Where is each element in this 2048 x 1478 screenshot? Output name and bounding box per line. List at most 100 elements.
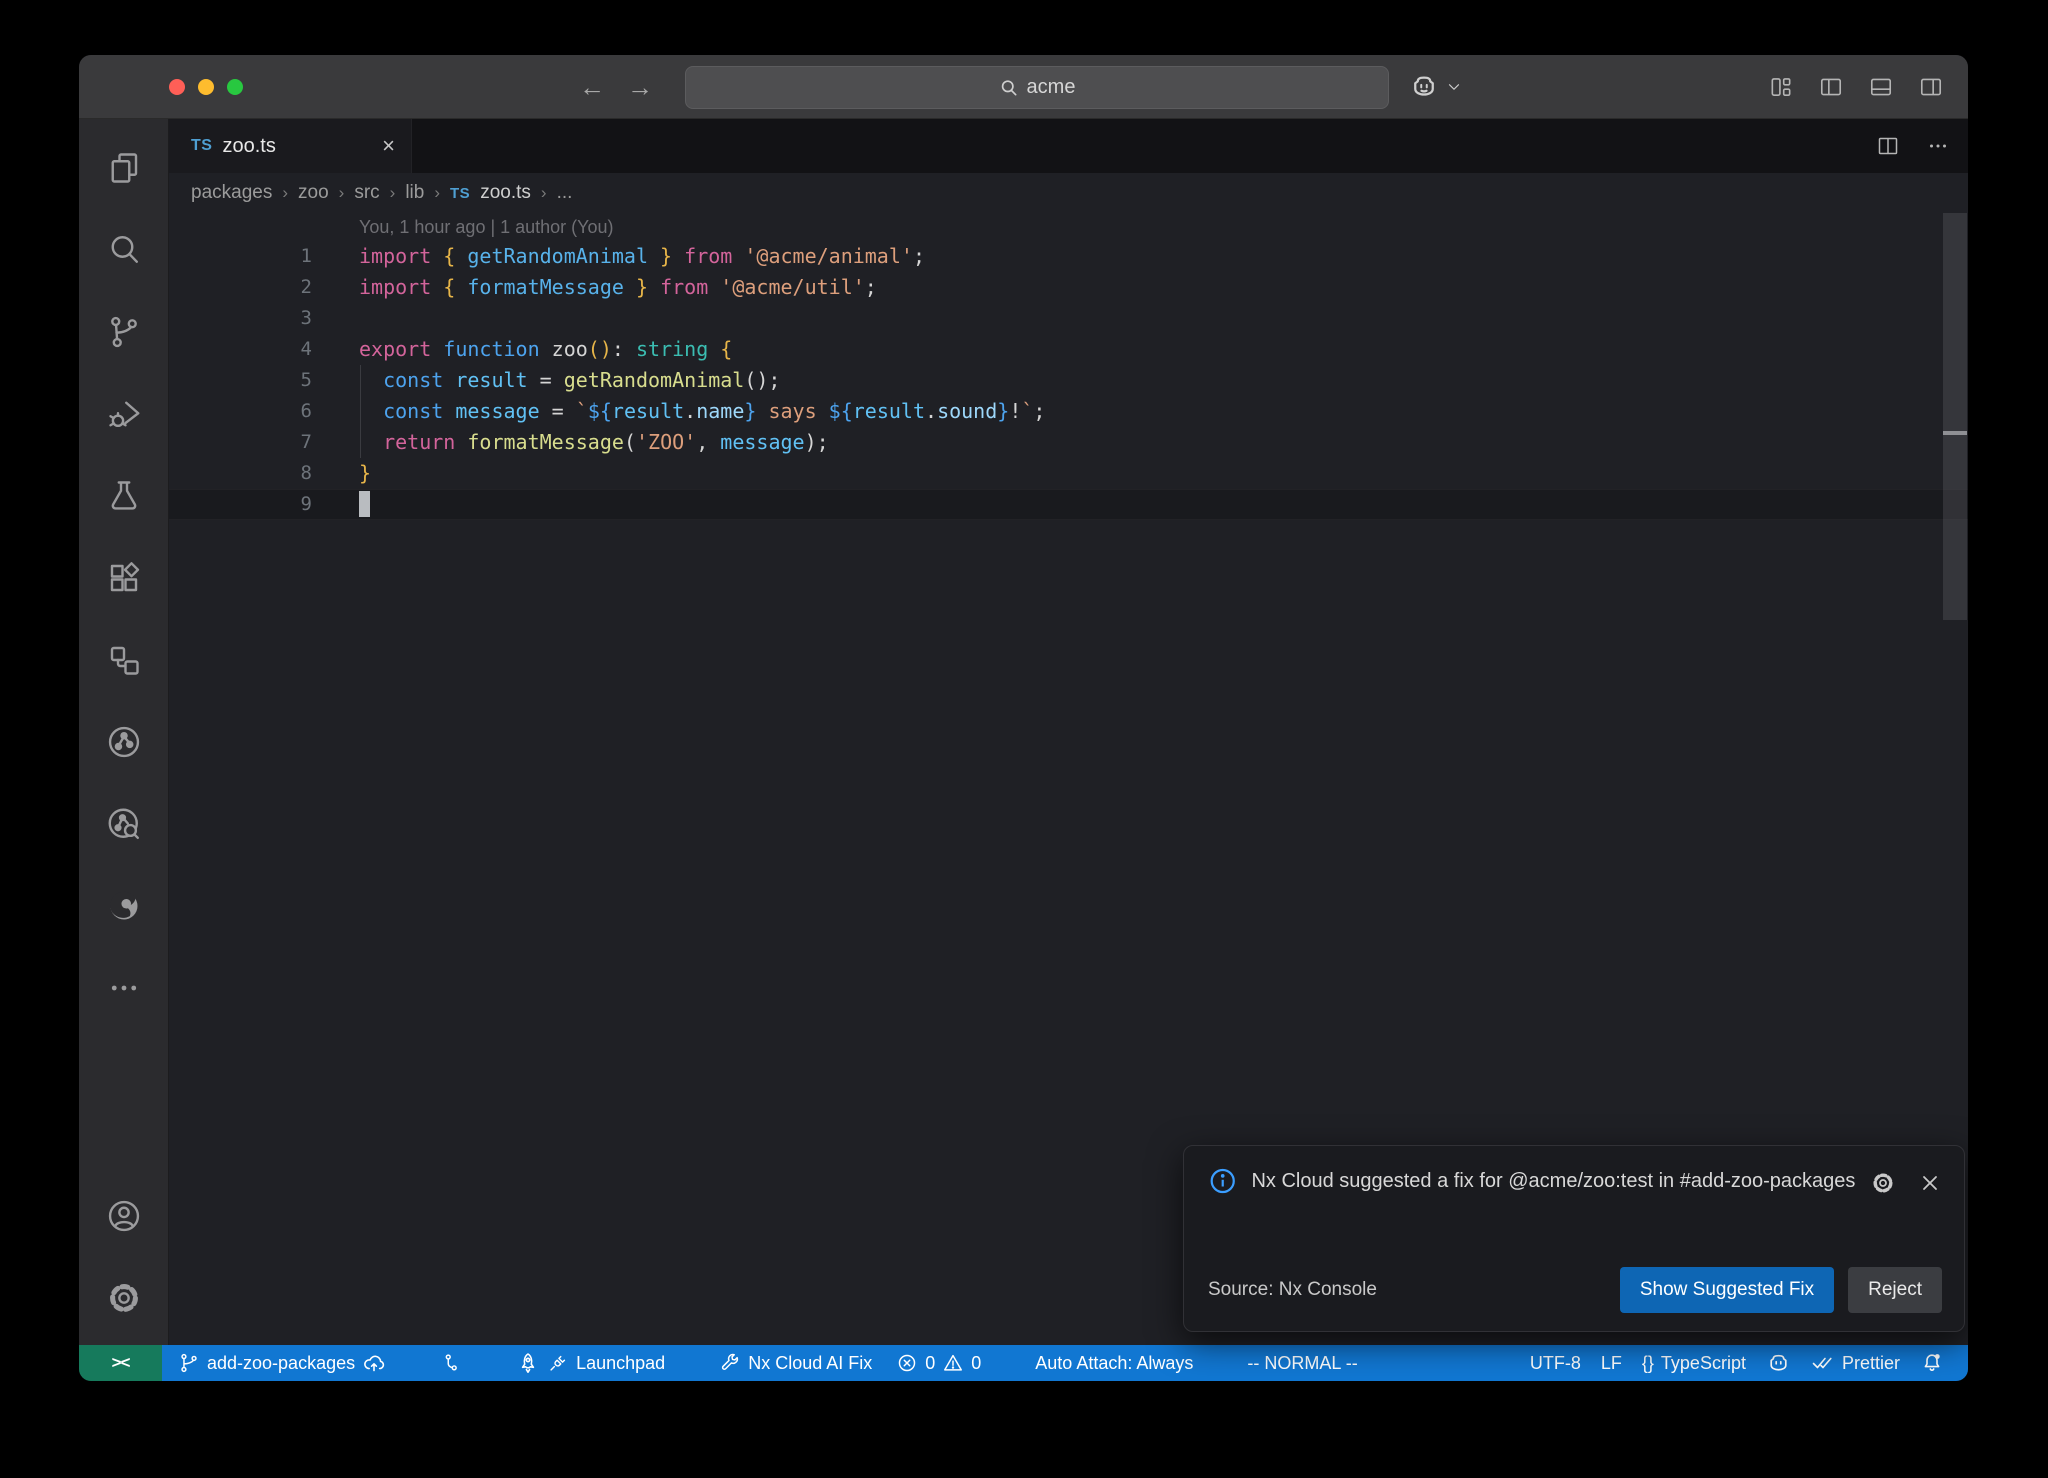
- code-line[interactable]: 9: [169, 489, 1968, 520]
- text-cursor: [359, 491, 370, 517]
- search-icon: [999, 78, 1019, 98]
- debug-disconnect-icon: [547, 1352, 569, 1374]
- split-editor-icon[interactable]: [1876, 134, 1900, 158]
- typescript-file-icon: TS: [191, 137, 212, 155]
- traffic-lights: [169, 55, 243, 118]
- auto-attach-item[interactable]: Auto Attach: Always: [1025, 1345, 1203, 1381]
- git-branch-icon: [178, 1352, 200, 1374]
- breadcrumb-item[interactable]: lib: [405, 182, 424, 204]
- toggle-primary-sidebar-icon[interactable]: [1818, 74, 1844, 100]
- breadcrumb-item[interactable]: zoo: [298, 182, 329, 204]
- problems-item[interactable]: 0 0: [886, 1345, 991, 1381]
- testing-icon[interactable]: [79, 455, 168, 537]
- nx-cloud-fix-item[interactable]: Nx Cloud AI Fix: [709, 1345, 882, 1381]
- run-debug-icon[interactable]: [79, 373, 168, 455]
- line-number: 7: [169, 427, 312, 458]
- remote-indicator[interactable]: ><: [79, 1345, 162, 1381]
- code-line[interactable]: 8}: [169, 458, 1968, 489]
- indent-guide: [360, 365, 361, 458]
- line-number: 4: [169, 334, 312, 365]
- code-line[interactable]: 6 const message = `${result.name} says $…: [169, 396, 1968, 427]
- editor-scrollbar[interactable]: [1943, 213, 1967, 620]
- git-blame-annotation: You, 1 hour ago | 1 author (You): [169, 213, 1968, 241]
- line-number: 9: [169, 489, 312, 520]
- nx-graph-icon[interactable]: [79, 701, 168, 783]
- source-control-icon[interactable]: [79, 291, 168, 373]
- toggle-secondary-sidebar-icon[interactable]: [1918, 74, 1944, 100]
- notifications-bell-item[interactable]: [1910, 1345, 1954, 1381]
- code-line[interactable]: 1import { getRandomAnimal } from '@acme/…: [169, 241, 1968, 272]
- code-line[interactable]: 4export function zoo(): string {: [169, 334, 1968, 365]
- code-lines: 1import { getRandomAnimal } from '@acme/…: [169, 241, 1968, 520]
- eol-item[interactable]: LF: [1591, 1345, 1632, 1381]
- source-control-graph-item[interactable]: [430, 1345, 472, 1381]
- language-mode-item[interactable]: {} TypeScript: [1632, 1345, 1756, 1381]
- account-icon[interactable]: [79, 1175, 168, 1257]
- encoding-item[interactable]: UTF-8: [1520, 1345, 1591, 1381]
- error-count: 0: [925, 1353, 935, 1374]
- typescript-file-icon: TS: [450, 185, 470, 202]
- launchpad-item[interactable]: Launchpad: [506, 1345, 675, 1381]
- more-icon[interactable]: [79, 947, 168, 1029]
- minimize-window-button[interactable]: [198, 79, 214, 95]
- line-number: 2: [169, 272, 312, 303]
- code-line[interactable]: 2import { formatMessage } from '@acme/ut…: [169, 272, 1968, 303]
- copilot-status-item[interactable]: [1756, 1345, 1801, 1381]
- zoom-window-button[interactable]: [227, 79, 243, 95]
- code-line[interactable]: 7 return formatMessage('ZOO', message);: [169, 427, 1968, 458]
- forward-arrow-icon[interactable]: →: [627, 74, 653, 100]
- line-number: 3: [169, 303, 312, 334]
- vim-mode-item[interactable]: -- NORMAL --: [1237, 1345, 1367, 1381]
- bell-icon: [1920, 1351, 1944, 1375]
- breadcrumb-item[interactable]: src: [354, 182, 379, 204]
- copilot-icon[interactable]: [1409, 72, 1439, 102]
- code-line[interactable]: 3: [169, 303, 1968, 334]
- search-sidebar-icon[interactable]: [79, 209, 168, 291]
- back-arrow-icon[interactable]: ←: [579, 74, 605, 100]
- search-value: acme: [1027, 76, 1076, 99]
- screen: ← → acme: [0, 0, 2048, 1478]
- line-number: 1: [169, 241, 312, 272]
- settings-gear-icon[interactable]: [79, 1257, 168, 1339]
- notification-close-icon[interactable]: [1918, 1171, 1942, 1195]
- errors-icon: [896, 1352, 918, 1374]
- reject-button[interactable]: Reject: [1848, 1267, 1942, 1313]
- commit-graph-icon: [440, 1352, 462, 1374]
- line-number: 6: [169, 396, 312, 427]
- command-center-search[interactable]: acme: [685, 66, 1389, 109]
- notification-settings-gear-icon[interactable]: [1870, 1170, 1896, 1196]
- tab-label: zoo.ts: [222, 135, 275, 158]
- status-bar-items: add-zoo-packages Launchpad Nx Cloud AI F…: [162, 1345, 1968, 1381]
- breadcrumb-file[interactable]: zoo.ts: [480, 182, 531, 204]
- publish-changes-icon: [362, 1351, 386, 1375]
- tab-zoo-ts[interactable]: TS zoo.ts ×: [169, 119, 412, 173]
- nx-cloud-icon[interactable]: [79, 783, 168, 865]
- close-window-button[interactable]: [169, 79, 185, 95]
- explorer-icon[interactable]: [79, 127, 168, 209]
- copilot-icon: [1766, 1351, 1791, 1376]
- nx-console-icon[interactable]: [79, 619, 168, 701]
- tab-bar: TS zoo.ts ×: [169, 119, 1968, 173]
- formatter-item[interactable]: Prettier: [1801, 1345, 1910, 1381]
- extensions-icon[interactable]: [79, 537, 168, 619]
- git-branch-item[interactable]: add-zoo-packages: [168, 1345, 396, 1381]
- customize-layout-icon[interactable]: [1768, 74, 1794, 100]
- status-bar: >< add-zoo-packages Launchpad: [79, 1345, 1968, 1381]
- notification-message: Nx Cloud suggested a fix for @acme/zoo:t…: [1251, 1166, 1856, 1196]
- show-suggested-fix-button[interactable]: Show Suggested Fix: [1620, 1267, 1834, 1313]
- vscode-window: ← → acme: [79, 55, 1968, 1381]
- breadcrumb-more[interactable]: ...: [557, 182, 573, 204]
- toggle-panel-icon[interactable]: [1868, 74, 1894, 100]
- edge-browser-icon[interactable]: [79, 865, 168, 947]
- tab-close-icon[interactable]: ×: [382, 135, 395, 157]
- editor-more-actions-icon[interactable]: [1926, 134, 1950, 158]
- braces-icon: {}: [1642, 1353, 1654, 1374]
- notification-toast: Nx Cloud suggested a fix for @acme/zoo:t…: [1183, 1145, 1965, 1332]
- line-number: 8: [169, 458, 312, 489]
- code-line[interactable]: 5 const result = getRandomAnimal();: [169, 365, 1968, 396]
- breadcrumb-item[interactable]: packages: [191, 182, 272, 204]
- info-icon: [1208, 1166, 1237, 1196]
- warnings-icon: [942, 1352, 964, 1374]
- cursor-position-marker: [1943, 431, 1967, 435]
- chevron-down-icon[interactable]: [1445, 78, 1463, 96]
